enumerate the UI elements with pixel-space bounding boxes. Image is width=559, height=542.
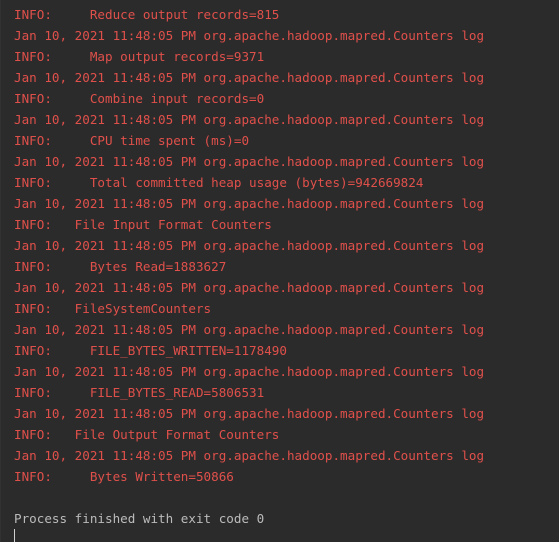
- log-line: INFO: CPU time spent (ms)=0: [14, 133, 250, 148]
- log-line: Jan 10, 2021 11:48:05 PM org.apache.hado…: [14, 280, 485, 295]
- log-line: Jan 10, 2021 11:48:05 PM org.apache.hado…: [14, 406, 485, 421]
- log-line: INFO: File Output Format Counters: [14, 427, 280, 442]
- log-line: Jan 10, 2021 11:48:05 PM org.apache.hado…: [14, 238, 485, 253]
- log-line: Jan 10, 2021 11:48:05 PM org.apache.hado…: [14, 448, 485, 463]
- log-line: INFO: FileSystemCounters: [14, 301, 212, 316]
- log-line: Jan 10, 2021 11:48:05 PM org.apache.hado…: [14, 196, 485, 211]
- gutter-divider: [0, 0, 1, 542]
- text-cursor: [14, 529, 15, 542]
- console-lines: INFO: Reduce output records=815 Jan 10, …: [14, 4, 484, 529]
- log-line: Jan 10, 2021 11:48:05 PM org.apache.hado…: [14, 154, 485, 169]
- log-line: INFO: Reduce output records=815: [14, 7, 280, 22]
- log-line: INFO: Total committed heap usage (bytes)…: [14, 175, 424, 190]
- process-finished-message: Process finished with exit code 0: [14, 511, 265, 526]
- log-line: INFO: FILE_BYTES_READ=5806531: [14, 385, 265, 400]
- log-line: Jan 10, 2021 11:48:05 PM org.apache.hado…: [14, 112, 485, 127]
- log-line: Jan 10, 2021 11:48:05 PM org.apache.hado…: [14, 322, 485, 337]
- run-console-output[interactable]: INFO: Reduce output records=815 Jan 10, …: [0, 0, 559, 542]
- log-line: INFO: Combine input records=0: [14, 91, 265, 106]
- log-line: Jan 10, 2021 11:48:05 PM org.apache.hado…: [14, 364, 485, 379]
- log-line: INFO: Bytes Read=1883627: [14, 259, 227, 274]
- log-line: INFO: Map output records=9371: [14, 49, 265, 64]
- log-line: Jan 10, 2021 11:48:05 PM org.apache.hado…: [14, 70, 485, 85]
- log-line: Jan 10, 2021 11:48:05 PM org.apache.hado…: [14, 28, 485, 43]
- log-line: INFO: Bytes Written=50866: [14, 469, 234, 484]
- log-line: INFO: FILE_BYTES_WRITTEN=1178490: [14, 343, 287, 358]
- log-line: INFO: File Input Format Counters: [14, 217, 272, 232]
